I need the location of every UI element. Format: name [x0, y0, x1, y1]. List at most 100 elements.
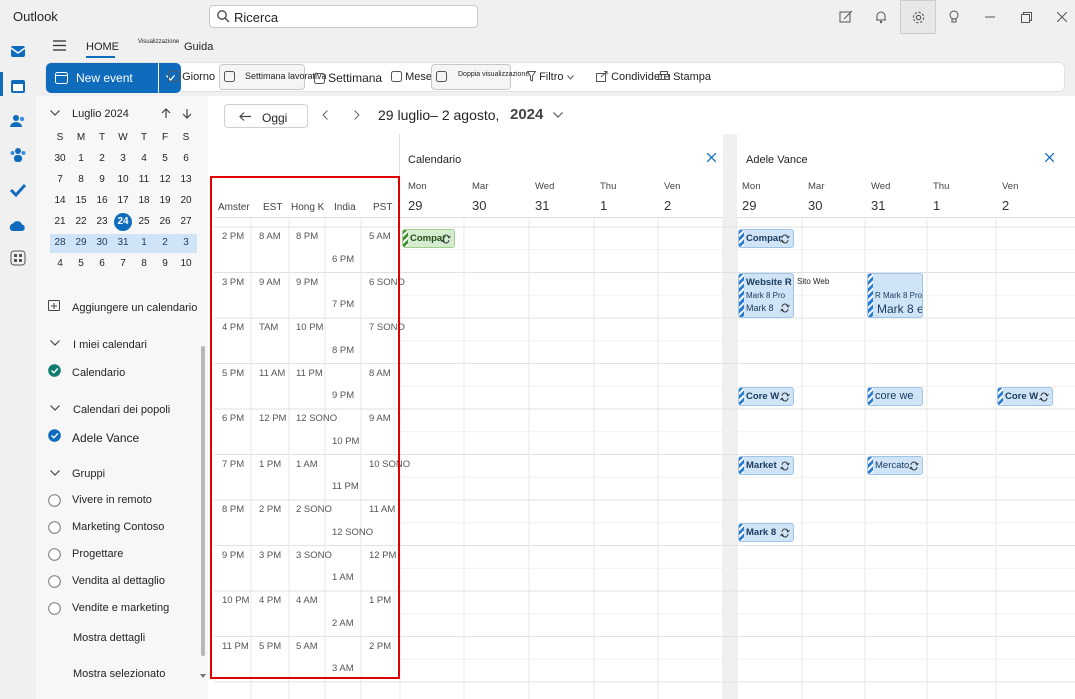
radio-circle-icon[interactable] — [48, 494, 61, 507]
compose-icon[interactable] — [835, 6, 857, 28]
calendar-item-adele[interactable]: Adele Vance — [72, 431, 139, 445]
add-calendar-link[interactable]: Aggiungere un calendario — [72, 302, 197, 314]
mini-cal-day[interactable]: 4 — [134, 153, 154, 164]
close-icon[interactable] — [707, 153, 716, 162]
split-view-button[interactable]: Doppia visualizzazione — [431, 64, 529, 90]
chevron-right-icon[interactable] — [354, 110, 360, 120]
mail-icon[interactable] — [9, 42, 27, 60]
radio-circle-icon[interactable] — [48, 602, 61, 615]
people-calendars-header[interactable]: Calendari dei popoli — [73, 404, 170, 416]
mini-cal-day[interactable]: 10 — [113, 174, 133, 185]
print-button[interactable]: Stampa — [658, 71, 711, 97]
mini-cal-day[interactable]: 4 — [50, 258, 70, 269]
radio-circle-icon[interactable] — [48, 575, 61, 588]
minimize-icon[interactable] — [979, 6, 1001, 28]
date-range[interactable]: 29 luglio– 2 agosto, — [378, 107, 499, 123]
teams-icon[interactable] — [9, 146, 27, 164]
calendar-event[interactable]: R Mark 8 Pro Mark 8 e — [867, 273, 923, 318]
groups-header[interactable]: Gruppi — [72, 468, 105, 480]
mini-cal-day[interactable]: 22 — [71, 216, 91, 227]
search-input[interactable]: Ricerca — [209, 5, 478, 28]
arrow-down-icon[interactable] — [182, 108, 192, 119]
todo-icon[interactable] — [9, 181, 27, 199]
week-view-button[interactable]: Settimana — [314, 71, 382, 97]
mini-cal-day[interactable]: 9 — [92, 174, 112, 185]
day-number[interactable]: 1 — [600, 198, 607, 213]
mini-cal-day[interactable]: 27 — [176, 216, 196, 227]
filter-button[interactable]: Filtro — [526, 71, 574, 97]
hamburger-icon[interactable] — [53, 40, 66, 51]
day-number[interactable]: 31 — [535, 198, 549, 213]
show-details-link[interactable]: Mostra dettagli — [73, 632, 145, 644]
calendar-event[interactable]: Mercato — [867, 456, 923, 475]
arrow-up-icon[interactable] — [161, 108, 171, 119]
calendar-event[interactable]: Compar — [402, 229, 455, 248]
group-item[interactable]: Marketing Contoso — [72, 521, 164, 533]
apps-icon[interactable] — [9, 249, 27, 267]
mini-cal-day[interactable]: 6 — [92, 258, 112, 269]
group-item[interactable]: Vendite e marketing — [72, 602, 169, 614]
mini-cal-day[interactable]: 7 — [50, 174, 70, 185]
calendar-event[interactable]: Website R Mark 8 Pro Mark 8 — [738, 273, 794, 318]
day-number[interactable]: 30 — [472, 198, 486, 213]
close-icon[interactable] — [1045, 153, 1054, 162]
mini-cal-day[interactable]: 20 — [176, 195, 196, 206]
mini-cal-day[interactable]: 13 — [176, 174, 196, 185]
show-selected-link[interactable]: Mostra selezionato — [73, 668, 165, 680]
onedrive-icon[interactable] — [9, 217, 27, 235]
mini-cal-day[interactable]: 5 — [155, 153, 175, 164]
mini-cal-day[interactable]: 17 — [113, 195, 133, 206]
bell-icon[interactable] — [870, 6, 892, 28]
mini-cal-day[interactable]: 24 — [114, 213, 132, 231]
today-button[interactable]: Oggi — [224, 104, 308, 128]
calendar-icon[interactable] — [9, 77, 27, 95]
settings-button[interactable] — [900, 0, 936, 34]
chevron-down-icon[interactable] — [553, 112, 563, 118]
mini-cal-day[interactable]: 6 — [176, 153, 196, 164]
chevron-down-icon[interactable] — [50, 470, 60, 476]
people-icon[interactable] — [9, 112, 27, 130]
calendar-event[interactable]: Compar — [738, 229, 794, 248]
mini-cal-day[interactable]: 31 — [113, 237, 133, 248]
radio-circle-icon[interactable] — [48, 548, 61, 561]
calendar-add-icon[interactable] — [48, 299, 61, 311]
day-number[interactable]: 31 — [871, 198, 885, 213]
mini-cal-day[interactable]: 30 — [92, 237, 112, 248]
mini-cal-day[interactable]: 11 — [134, 174, 154, 185]
day-view-button[interactable]: Giorno — [168, 71, 215, 97]
day-number[interactable]: 2 — [1002, 198, 1009, 213]
calendar-event[interactable]: core we — [867, 387, 923, 406]
new-event-button[interactable]: New event — [46, 63, 158, 93]
mini-cal-day[interactable]: 2 — [92, 153, 112, 164]
calendar-event[interactable]: Market — [738, 456, 794, 475]
tab-view[interactable]: Visualizzazione — [138, 39, 179, 45]
day-number[interactable]: 30 — [808, 198, 822, 213]
day-number[interactable]: 1 — [933, 198, 940, 213]
mini-cal-day[interactable]: 3 — [176, 237, 196, 248]
mini-cal-day[interactable]: 7 — [113, 258, 133, 269]
day-number[interactable]: 2 — [664, 198, 671, 213]
mini-cal-day[interactable]: 14 — [50, 195, 70, 206]
mini-cal-day[interactable]: 19 — [155, 195, 175, 206]
mini-cal-day[interactable]: 3 — [113, 153, 133, 164]
calendar-event[interactable]: Core W — [997, 387, 1053, 406]
check-circle-icon[interactable] — [48, 364, 61, 377]
calendar-item-calendario[interactable]: Calendario — [72, 367, 125, 379]
mini-cal-day[interactable]: 12 — [155, 174, 175, 185]
mini-cal-day[interactable]: 28 — [50, 237, 70, 248]
mini-cal-day[interactable]: 8 — [134, 258, 154, 269]
mini-cal-day[interactable]: 15 — [71, 195, 91, 206]
group-item[interactable]: Vivere in remoto — [72, 494, 152, 506]
mini-cal-day[interactable]: 5 — [71, 258, 91, 269]
tab-help[interactable]: Guida — [184, 41, 213, 53]
restore-icon[interactable] — [1015, 6, 1037, 28]
lightbulb-icon[interactable] — [943, 6, 965, 28]
day-number[interactable]: 29 — [742, 198, 756, 213]
tab-home[interactable]: HOME — [86, 41, 119, 53]
mini-cal-day[interactable]: 21 — [50, 216, 70, 227]
mini-cal-day[interactable]: 1 — [134, 237, 154, 248]
chevron-down-icon[interactable] — [50, 405, 60, 411]
work-week-button[interactable]: Settimana lavorativa — [219, 64, 327, 90]
mini-cal-day[interactable]: 8 — [71, 174, 91, 185]
chevron-down-icon[interactable] — [50, 340, 60, 346]
